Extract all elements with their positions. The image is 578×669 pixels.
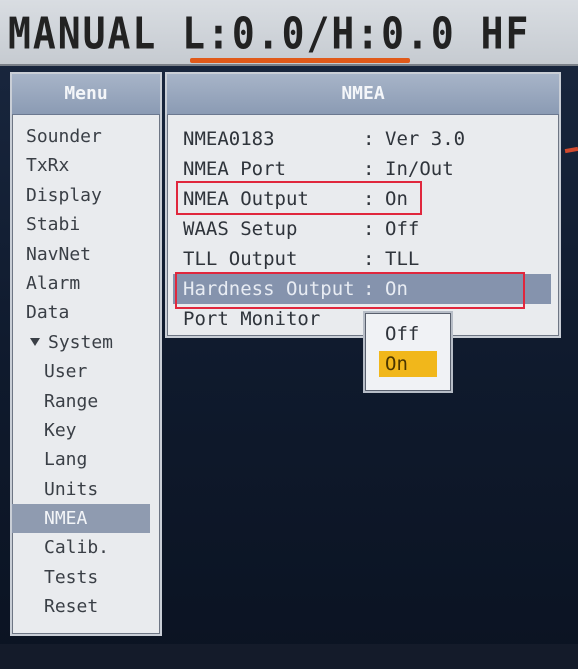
nmea-panel: NMEA NMEA0183 : Ver 3.0 NMEA Port : In/O… — [165, 72, 561, 338]
setting-separator: : — [363, 158, 375, 180]
setting-label: Hardness Output — [183, 278, 355, 300]
menu-item-txrx[interactable]: TxRx — [12, 151, 160, 180]
menu-panel: Menu Sounder TxRx Display Stabi NavNet A… — [10, 72, 162, 636]
value-dropdown: Off On — [363, 311, 453, 393]
setting-row-waas-setup[interactable]: WAAS Setup : Off — [167, 214, 559, 244]
menu-item-tests[interactable]: Tests — [12, 563, 160, 592]
menu-item-system-label: System — [48, 331, 114, 353]
menu-item-key[interactable]: Key — [12, 416, 160, 445]
menu-title: Menu — [12, 74, 160, 115]
setting-row-hardness-output[interactable]: Hardness Output : On — [173, 274, 551, 304]
setting-label: NMEA Output — [183, 188, 309, 210]
setting-label: Port Monitor — [183, 308, 321, 330]
menu-item-data[interactable]: Data — [12, 298, 160, 327]
option-off[interactable]: Off — [379, 321, 425, 347]
setting-separator: : — [363, 248, 375, 270]
nmea-settings-list: NMEA0183 : Ver 3.0 NMEA Port : In/Out NM… — [167, 124, 559, 334]
setting-value: On — [385, 278, 408, 300]
setting-value: In/Out — [385, 158, 454, 180]
header-accent-bar — [190, 58, 410, 63]
bottom-bar — [0, 644, 578, 669]
mode-range-readout: MANUAL L:0.0/H:0.0 HF — [8, 8, 531, 59]
setting-label: WAAS Setup — [183, 218, 298, 240]
setting-value: On — [385, 188, 408, 210]
menu-item-lang[interactable]: Lang — [12, 445, 160, 474]
menu-list: Sounder TxRx Display Stabi NavNet Alarm … — [12, 122, 160, 622]
menu-item-display[interactable]: Display — [12, 181, 160, 210]
caret-down-icon — [30, 337, 40, 346]
setting-value: Off — [385, 218, 420, 240]
nmea-title: NMEA — [167, 74, 559, 115]
setting-row-nmea0183[interactable]: NMEA0183 : Ver 3.0 — [167, 124, 559, 154]
setting-row-tll-output[interactable]: TLL Output : TLL — [167, 244, 559, 274]
menu-item-sounder[interactable]: Sounder — [12, 122, 160, 151]
device-screen: MANUAL L:0.0/H:0.0 HF Menu Sounder TxRx … — [0, 0, 578, 669]
setting-label: NMEA0183 — [183, 128, 275, 150]
menu-item-navnet[interactable]: NavNet — [12, 240, 160, 269]
menu-item-stabi[interactable]: Stabi — [12, 210, 160, 239]
menu-item-reset[interactable]: Reset — [12, 592, 160, 621]
menu-item-calib[interactable]: Calib. — [12, 533, 160, 562]
menu-item-user[interactable]: User — [12, 357, 160, 386]
setting-value: Ver 3.0 — [385, 128, 466, 150]
setting-label: TLL Output — [183, 248, 298, 270]
setting-label: NMEA Port — [183, 158, 286, 180]
edge-marker — [564, 146, 578, 154]
menu-item-range[interactable]: Range — [12, 387, 160, 416]
setting-separator: : — [363, 218, 375, 240]
setting-row-nmea-port[interactable]: NMEA Port : In/Out — [167, 154, 559, 184]
menu-item-units[interactable]: Units — [12, 475, 160, 504]
menu-item-system[interactable]: System — [12, 328, 160, 357]
menu-item-nmea[interactable]: NMEA — [12, 504, 150, 534]
setting-separator: : — [363, 128, 375, 150]
setting-row-nmea-output[interactable]: NMEA Output : On — [167, 184, 559, 214]
status-header: MANUAL L:0.0/H:0.0 HF — [0, 0, 578, 66]
setting-value: TLL — [385, 248, 420, 270]
menu-item-alarm[interactable]: Alarm — [12, 269, 160, 298]
option-on[interactable]: On — [379, 351, 437, 377]
setting-separator: : — [363, 278, 375, 300]
setting-separator: : — [363, 188, 375, 210]
